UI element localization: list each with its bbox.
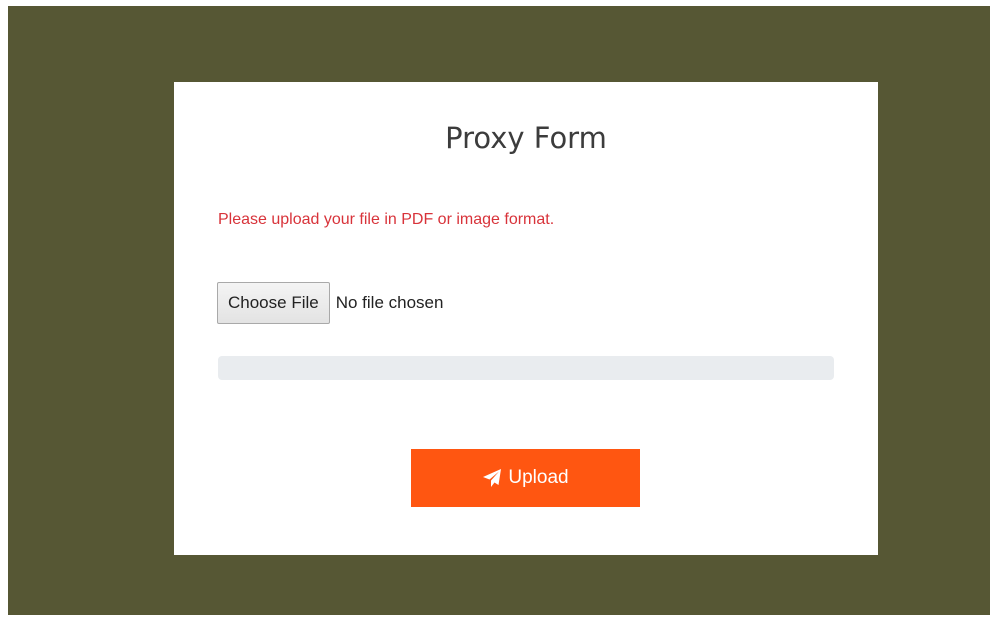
upload-progress-bar [218,356,834,380]
choose-file-button[interactable]: Choose File [217,282,330,324]
paper-plane-icon [482,468,502,488]
file-input[interactable]: Choose File No file chosen [217,282,443,324]
proxy-form-card: Proxy Form Please upload your file in PD… [174,82,878,555]
upload-format-notice: Please upload your file in PDF or image … [218,211,555,228]
form-title: Proxy Form [445,121,607,155]
upload-button-label: Upload [508,467,569,488]
file-status-text: No file chosen [335,293,444,312]
upload-button[interactable]: Upload [411,449,640,507]
page: Proxy Form Please upload your file in PD… [0,0,990,621]
